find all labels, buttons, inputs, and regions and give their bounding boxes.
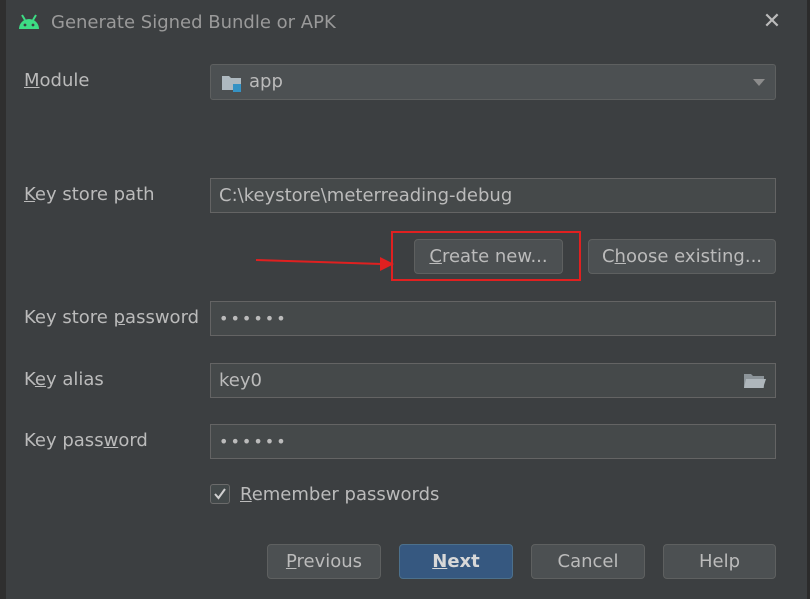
key-store-path-field[interactable]: C:\keystore\meterreading-debug [210, 178, 776, 213]
highlight-box [391, 231, 581, 281]
cancel-button[interactable]: Cancel [531, 544, 645, 579]
key-password-field[interactable]: •••••• [210, 424, 776, 459]
signed-apk-dialog: Generate Signed Bundle or APK ✕ Module a… [0, 0, 810, 599]
key-store-password-field[interactable]: •••••• [210, 301, 776, 336]
module-value: app [249, 71, 283, 92]
module-label: Module [24, 70, 90, 91]
title-bar: Generate Signed Bundle or APK ✕ [6, 0, 807, 46]
chevron-down-icon[interactable] [753, 79, 765, 86]
key-store-password-label: Key store password [24, 307, 200, 328]
module-combobox[interactable]: app [210, 64, 776, 100]
previous-button[interactable]: Previous [267, 544, 381, 579]
key-alias-field[interactable]: key0 [210, 363, 776, 398]
annotation-arrow [256, 257, 394, 271]
choose-existing-button[interactable]: Choose existing... [588, 239, 776, 274]
folder-icon[interactable] [743, 372, 767, 390]
android-icon [19, 14, 39, 29]
next-button[interactable]: Next [399, 544, 513, 579]
key-password-label: Key password [24, 430, 148, 451]
remember-passwords-checkbox[interactable] [210, 484, 230, 504]
key-alias-value: key0 [219, 370, 262, 391]
remember-passwords-label[interactable]: Remember passwords [240, 484, 439, 505]
checkmark-icon [214, 488, 226, 500]
key-alias-label: Key alias [24, 369, 104, 390]
help-button[interactable]: Help [663, 544, 776, 579]
module-folder-icon [222, 76, 241, 92]
window-title: Generate Signed Bundle or APK [51, 12, 336, 33]
close-icon[interactable]: ✕ [759, 9, 785, 35]
key-store-path-label: Key store path [24, 184, 155, 205]
